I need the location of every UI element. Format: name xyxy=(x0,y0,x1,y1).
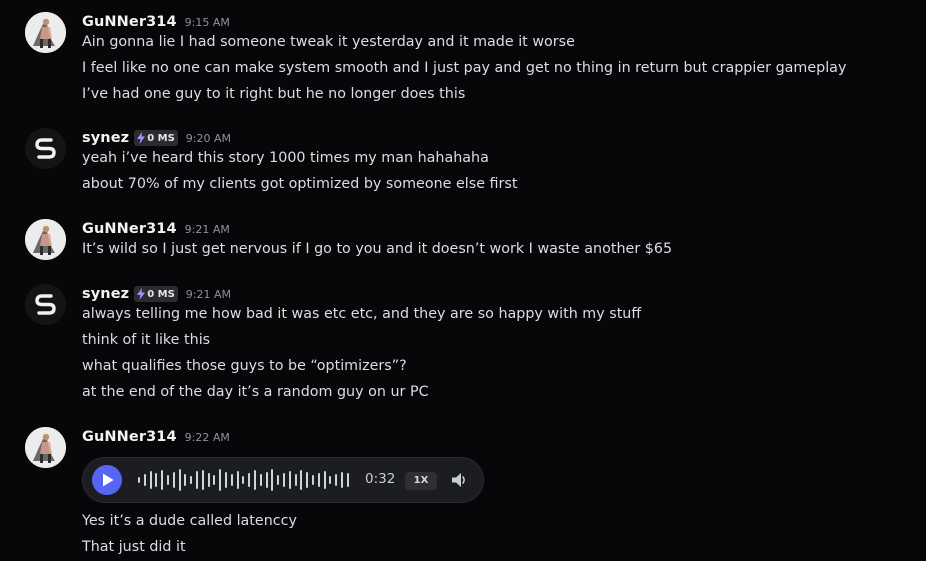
username[interactable]: GuNNer314 xyxy=(82,14,177,30)
waveform-bar xyxy=(190,476,193,484)
waveform-bar xyxy=(242,476,245,484)
message-header: synez 0 MS 9:21 AM xyxy=(82,284,231,304)
message-text: It’s wild so I just get nervous if I go … xyxy=(82,241,673,257)
play-icon xyxy=(103,473,114,487)
playback-speed-button[interactable]: 1X xyxy=(405,472,437,490)
message-text: what qualifies those guys to be “optimiz… xyxy=(82,358,407,374)
waveform-bar xyxy=(161,470,164,490)
waveform-bar xyxy=(277,475,280,485)
waveform-bar xyxy=(306,472,309,488)
waveform-bar xyxy=(265,472,268,488)
waveform-bar xyxy=(143,474,146,486)
server-tag-label: 0 MS xyxy=(147,288,175,300)
avatar[interactable] xyxy=(25,284,66,325)
message-text: yeah i’ve heard this story 1000 times my… xyxy=(82,150,489,166)
waveform-bar xyxy=(225,472,227,488)
volume-button[interactable] xyxy=(450,471,468,493)
lightning-icon xyxy=(137,132,146,144)
timestamp[interactable]: 9:21 AM xyxy=(186,288,231,301)
waveform-bar xyxy=(288,471,291,489)
message-header: GuNNer314 9:15 AM xyxy=(82,12,230,32)
waveform-bar xyxy=(323,471,326,489)
message-header: GuNNer314 9:21 AM xyxy=(82,219,230,239)
waveform-bar xyxy=(172,472,175,488)
waveform-bar xyxy=(248,473,251,487)
voice-message-player: 0:32 1X xyxy=(82,457,484,503)
waveform-bar xyxy=(283,473,285,487)
waveform-bar xyxy=(312,475,314,485)
username[interactable]: GuNNer314 xyxy=(82,429,177,445)
waveform-bar xyxy=(149,471,152,489)
waveform-bar xyxy=(138,477,140,483)
waveform-bar xyxy=(254,470,256,490)
message-text: That just did it xyxy=(82,539,186,555)
message-text: I’ve had one guy to it right but he no l… xyxy=(82,86,466,102)
message-text: I feel like no one can make system smoot… xyxy=(82,60,847,76)
message-text: about 70% of my clients got optimized by… xyxy=(82,176,518,192)
waveform-bar xyxy=(219,469,222,491)
waveform-bar xyxy=(294,474,297,486)
waveform-bar xyxy=(230,474,233,486)
username[interactable]: synez xyxy=(82,286,129,302)
waveform-bar xyxy=(207,473,210,487)
message-text: Yes it’s a dude called latenccy xyxy=(82,513,297,529)
speaker-icon xyxy=(452,473,465,487)
message-header: GuNNer314 9:22 AM xyxy=(82,427,230,447)
server-tag[interactable]: 0 MS xyxy=(134,286,178,302)
waveform-bar xyxy=(300,470,303,490)
waveform-bar xyxy=(236,471,239,489)
waveform-bar xyxy=(196,471,198,489)
server-tag[interactable]: 0 MS xyxy=(134,130,178,146)
message-text: Ain gonna lie I had someone tweak it yes… xyxy=(82,34,575,50)
waveform-bar xyxy=(335,474,338,486)
timestamp[interactable]: 9:21 AM xyxy=(185,223,230,236)
waveform-bar xyxy=(201,470,204,490)
waveform-bar xyxy=(317,473,320,487)
avatar[interactable] xyxy=(25,427,66,468)
waveform-bar xyxy=(329,476,332,484)
voice-duration: 0:32 xyxy=(365,471,396,487)
avatar[interactable] xyxy=(25,12,66,53)
waveform-bar xyxy=(346,473,349,487)
waveform-bar xyxy=(259,474,262,486)
message-text: always telling me how bad it was etc etc… xyxy=(82,306,642,322)
waveform-bar xyxy=(155,473,158,487)
avatar[interactable] xyxy=(25,128,66,169)
username[interactable]: synez xyxy=(82,130,129,146)
message-text: at the end of the day it’s a random guy … xyxy=(82,384,429,400)
message-header: synez 0 MS 9:20 AM xyxy=(82,128,231,148)
waveform-bar xyxy=(271,469,274,491)
username[interactable]: GuNNer314 xyxy=(82,221,177,237)
waveform-bar xyxy=(178,469,181,491)
server-tag-label: 0 MS xyxy=(147,132,175,144)
message-text: think of it like this xyxy=(82,332,211,348)
lightning-icon xyxy=(137,288,146,300)
timestamp[interactable]: 9:22 AM xyxy=(185,431,230,444)
waveform-bar xyxy=(341,472,343,488)
timestamp[interactable]: 9:20 AM xyxy=(186,132,231,145)
avatar[interactable] xyxy=(25,219,66,260)
timestamp[interactable]: 9:15 AM xyxy=(185,16,230,29)
chat-messages: GuNNer314 9:15 AM Ain gonna lie I had so… xyxy=(0,0,926,561)
waveform-bar xyxy=(184,474,187,486)
play-button[interactable] xyxy=(92,465,122,495)
waveform-bar xyxy=(213,475,216,485)
waveform-bar xyxy=(167,475,169,485)
